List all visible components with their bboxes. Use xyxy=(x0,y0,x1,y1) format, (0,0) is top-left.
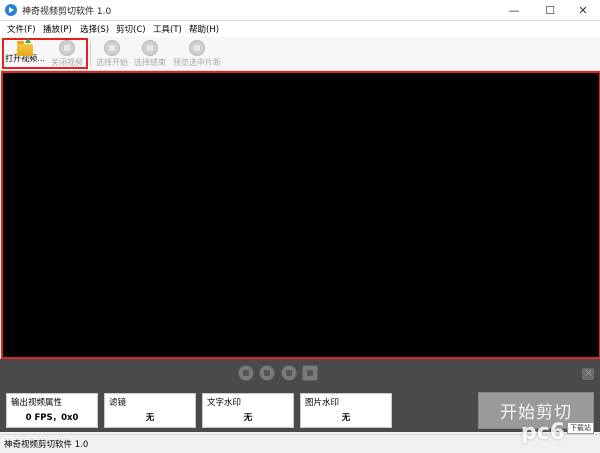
output-properties-heading: 输出视频属性 xyxy=(11,398,63,408)
watermark-sub-text: 下载站 xyxy=(567,422,594,434)
window-title: 神奇视频剪切软件 1.0 xyxy=(22,7,112,17)
output-properties-value: 0 FPS，0x0 xyxy=(25,413,79,423)
menu-play[interactable]: 播放(P) xyxy=(43,23,72,35)
maximize-button[interactable]: ☐ xyxy=(533,0,567,20)
close-window-button[interactable]: ✕ xyxy=(566,0,600,20)
video-preview-area[interactable] xyxy=(1,71,600,359)
menu-tools[interactable]: 工具(T) xyxy=(153,23,182,35)
filter-panel[interactable]: 滤镜 无 xyxy=(104,393,196,428)
menu-bar: 文件(F) 播放(P) 选择(S) 剪切(C) 工具(T) 帮助(H) xyxy=(0,21,600,37)
menu-file[interactable]: 文件(F) xyxy=(7,23,36,35)
filter-value: 无 xyxy=(145,413,155,423)
site-watermark: pc6 下载站 xyxy=(521,420,597,450)
select-start-button[interactable]: 选择开始 xyxy=(93,39,131,69)
open-video-button[interactable]: 打开视频... xyxy=(4,38,46,69)
text-watermark-value: 无 xyxy=(243,413,253,423)
text-watermark-heading: 文字水印 xyxy=(207,398,242,408)
app-play-icon xyxy=(5,4,17,16)
menu-cut[interactable]: 剪切(C) xyxy=(116,23,146,35)
preview-selection-label: 预览选中片断 xyxy=(173,58,221,67)
minimize-button[interactable]: — xyxy=(497,0,531,20)
preview-selection-button[interactable]: 预览选中片断 xyxy=(170,39,224,69)
close-video-icon xyxy=(59,40,75,56)
fullscreen-icon[interactable] xyxy=(302,365,318,381)
close-panel-icon[interactable] xyxy=(582,366,594,380)
select-start-icon xyxy=(104,40,120,56)
title-bar: 神奇视频剪切软件 1.0 — ☐ ✕ xyxy=(0,0,600,21)
pause-icon[interactable] xyxy=(259,365,275,381)
menu-help[interactable]: 帮助(H) xyxy=(189,23,219,35)
image-watermark-value: 无 xyxy=(341,413,351,423)
select-end-button[interactable]: 选择结束 xyxy=(131,39,169,69)
output-properties-panel[interactable]: 输出视频属性 0 FPS，0x0 xyxy=(6,393,98,428)
toolbar: 打开视频... 关闭视频 选择开始 选择结束 预览选中片断 xyxy=(0,37,600,71)
filter-heading: 滤镜 xyxy=(109,398,127,408)
select-end-icon xyxy=(142,40,158,56)
menu-select[interactable]: 选择(S) xyxy=(80,23,109,35)
select-start-label: 选择开始 xyxy=(96,58,128,67)
toolbar-separator xyxy=(90,42,91,66)
watermark-logo-text: pc6 xyxy=(521,420,566,445)
status-bar: 神奇视频剪切软件 1.0 xyxy=(0,434,600,453)
select-end-label: 选择结束 xyxy=(134,58,166,67)
stop-icon[interactable] xyxy=(281,365,297,381)
play-icon[interactable] xyxy=(238,365,254,381)
preview-selection-icon xyxy=(189,40,205,56)
close-video-label: 关闭视频 xyxy=(51,58,83,67)
close-video-button[interactable]: 关闭视频 xyxy=(47,39,87,69)
text-watermark-panel[interactable]: 文字水印 无 xyxy=(202,393,294,428)
status-text: 神奇视频剪切软件 1.0 xyxy=(4,440,89,450)
image-watermark-panel[interactable]: 图片水印 无 xyxy=(300,393,392,428)
image-watermark-heading: 图片水印 xyxy=(305,398,340,408)
open-folder-icon xyxy=(17,38,33,56)
